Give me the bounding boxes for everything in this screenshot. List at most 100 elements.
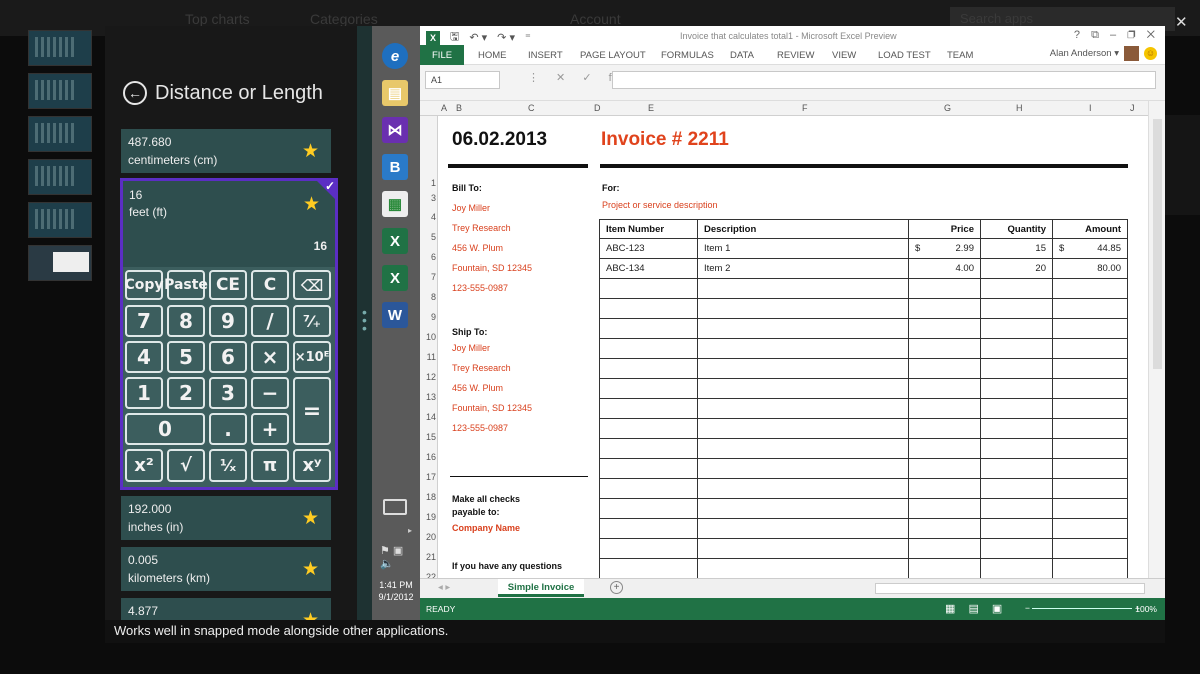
row-header[interactable]: 7	[422, 272, 436, 282]
snap-handle-icon[interactable]: • • •	[362, 305, 367, 335]
empty-cell[interactable]	[980, 278, 1053, 299]
window-controls[interactable]: ? ⧉ – ❐ ✕	[1074, 29, 1155, 42]
empty-cell[interactable]	[697, 458, 909, 479]
column-header-price[interactable]: Price	[908, 219, 981, 239]
screenshot-thumbnail[interactable]	[28, 202, 92, 238]
company-name[interactable]: Company Name	[452, 523, 520, 533]
system-tray-icons[interactable]: ⚑ ▣ 🔈	[380, 544, 403, 570]
tab-home[interactable]: HOME	[478, 45, 507, 65]
tab-view[interactable]: VIEW	[832, 45, 856, 65]
empty-cell[interactable]	[908, 398, 981, 419]
description-cell[interactable]: Item 1	[697, 238, 909, 259]
row-header[interactable]: 6	[422, 252, 436, 262]
column-header[interactable]: J	[1130, 103, 1135, 113]
sheet-tab-simple-invoice[interactable]: Simple Invoice	[498, 579, 584, 597]
empty-cell[interactable]	[980, 438, 1053, 459]
column-header[interactable]: I	[1089, 103, 1092, 113]
empty-cell[interactable]	[1052, 278, 1128, 299]
formula-input[interactable]	[612, 71, 1156, 89]
column-header[interactable]: D	[594, 103, 601, 113]
screenshot-thumbnail-selected[interactable]	[28, 245, 92, 281]
add-sheet-icon[interactable]: +	[610, 581, 623, 594]
empty-cell[interactable]	[1052, 318, 1128, 339]
empty-cell[interactable]	[1052, 458, 1128, 479]
for-label[interactable]: For:	[602, 183, 620, 193]
unit-tile-feet-selected[interactable]: ✓ 16 feet (ft) ★ 16 Copy Paste CE C ⌫ 7 …	[120, 178, 338, 490]
empty-cell[interactable]	[980, 458, 1053, 479]
empty-cell[interactable]	[599, 378, 698, 399]
star-icon[interactable]: ★	[302, 507, 319, 530]
close-icon[interactable]: ✕	[1175, 13, 1188, 31]
empty-cell[interactable]	[908, 558, 981, 578]
row-header[interactable]: 20	[422, 532, 436, 542]
row-header[interactable]: 3	[422, 193, 436, 203]
empty-cell[interactable]	[908, 538, 981, 559]
zoom-out-icon[interactable]: −	[1025, 603, 1030, 613]
row-header[interactable]: 16	[422, 452, 436, 462]
horizontal-scrollbar[interactable]	[875, 583, 1145, 594]
ship-to-line[interactable]: Trey Research	[452, 363, 511, 373]
ship-to-line[interactable]: Joy Miller	[452, 343, 490, 353]
empty-cell[interactable]	[599, 558, 698, 578]
empty-cell[interactable]	[599, 518, 698, 539]
empty-cell[interactable]	[1052, 478, 1128, 499]
checks-label-2[interactable]: payable to:	[452, 507, 500, 517]
row-header[interactable]: 12	[422, 372, 436, 382]
vertical-scrollbar[interactable]	[1148, 101, 1165, 578]
row-header[interactable]: 11	[422, 352, 436, 362]
empty-cell[interactable]	[908, 378, 981, 399]
bg-nav-account[interactable]: Account	[570, 11, 621, 27]
column-header[interactable]: F	[802, 103, 808, 113]
empty-cell[interactable]	[697, 518, 909, 539]
empty-cell[interactable]	[599, 298, 698, 319]
chevron-right-icon[interactable]: ▸	[408, 526, 412, 535]
empty-cell[interactable]	[908, 478, 981, 499]
clear-entry-button[interactable]: CE	[209, 270, 247, 300]
row-header[interactable]: 21	[422, 552, 436, 562]
ship-to-line[interactable]: 123-555-0987	[452, 423, 508, 433]
empty-cell[interactable]	[599, 278, 698, 299]
paste-button[interactable]: Paste	[164, 270, 208, 300]
name-box[interactable]: A1	[425, 71, 500, 89]
multiply-button[interactable]: ×	[251, 341, 289, 373]
empty-cell[interactable]	[980, 338, 1053, 359]
project-icon[interactable]: ▦	[382, 191, 408, 217]
equals-button[interactable]: =	[293, 377, 331, 445]
scrollbar-thumb[interactable]	[1153, 119, 1162, 369]
key-4[interactable]: 4	[125, 341, 163, 373]
questions-text[interactable]: If you have any questions	[452, 561, 562, 571]
item-number-cell[interactable]: ABC-134	[599, 258, 698, 279]
minus-button[interactable]: −	[251, 377, 289, 409]
redo-icon[interactable]: ↷ ▾	[497, 31, 515, 44]
column-header-item-number[interactable]: Item Number	[599, 219, 698, 239]
empty-cell[interactable]	[1052, 518, 1128, 539]
row-header[interactable]: 8	[422, 292, 436, 302]
ship-to-line[interactable]: 456 W. Plum	[452, 383, 503, 393]
empty-cell[interactable]	[1052, 538, 1128, 559]
column-header[interactable]: H	[1016, 103, 1023, 113]
zoom-slider[interactable]	[1032, 608, 1132, 609]
sheet-nav-arrows-icon[interactable]: ◂ ▸	[438, 582, 450, 593]
key-0[interactable]: 0	[125, 413, 205, 445]
customize-icon[interactable]: ⁼	[525, 31, 531, 44]
visual-studio-icon[interactable]: ⋈	[382, 117, 408, 143]
empty-cell[interactable]	[599, 458, 698, 479]
ship-to-label[interactable]: Ship To:	[452, 327, 487, 337]
empty-cell[interactable]	[697, 378, 909, 399]
star-icon[interactable]: ★	[302, 558, 319, 581]
bill-to-line[interactable]: 456 W. Plum	[452, 243, 503, 253]
empty-cell[interactable]	[908, 278, 981, 299]
empty-cell[interactable]	[980, 538, 1053, 559]
key-1[interactable]: 1	[125, 377, 163, 409]
empty-cell[interactable]	[980, 478, 1053, 499]
empty-cell[interactable]	[697, 538, 909, 559]
reciprocal-button[interactable]: ¹⁄ₓ	[209, 449, 247, 482]
bg-nav-top-charts[interactable]: Top charts	[185, 11, 250, 27]
column-header-description[interactable]: Description	[697, 219, 909, 239]
screenshot-thumbnail[interactable]	[28, 30, 92, 66]
empty-cell[interactable]	[980, 298, 1053, 319]
screenshot-thumbnail[interactable]	[28, 159, 92, 195]
empty-cell[interactable]	[908, 338, 981, 359]
screenshot-thumbnail[interactable]	[28, 73, 92, 109]
worksheet-grid[interactable]: 06.02.2013 Invoice # 2211 Bill To: Joy M…	[438, 116, 1148, 578]
